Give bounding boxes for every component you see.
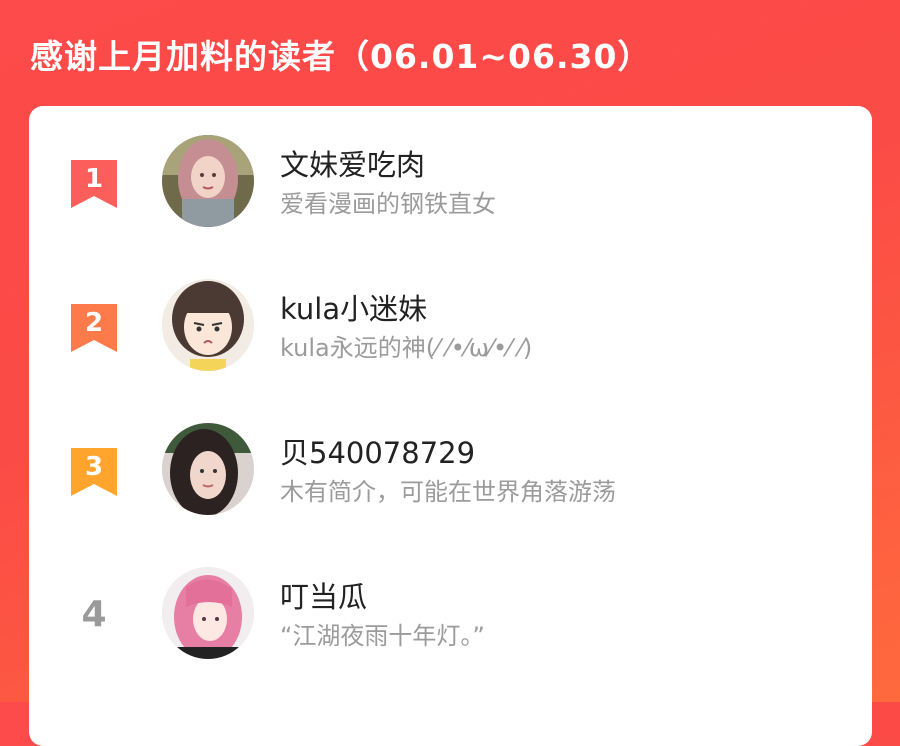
reader-name: 文妹爱吃肉 bbox=[280, 148, 426, 182]
reader-row-4[interactable]: 4 叮当瓜 “江湖夜雨十年灯。” bbox=[29, 556, 872, 676]
rank-3-number: 3 bbox=[85, 452, 103, 482]
rank-1-badge-icon: 1 bbox=[69, 158, 119, 210]
reader-name: 贝540078729 bbox=[280, 436, 476, 470]
rank-2-badge-icon: 2 bbox=[69, 302, 119, 354]
reader-row-2[interactable]: 2 kula小迷妹 kula永远的神(⁄ ⁄•⁄ω⁄•⁄ ⁄) bbox=[29, 268, 872, 388]
page-title: 感谢上月加料的读者（06.01~06.30） bbox=[30, 37, 652, 76]
reader-row-1[interactable]: 1 文妹爱吃肉 爱看漫画的钢铁直女 bbox=[29, 124, 872, 244]
reader-list-card: 1 文妹爱吃肉 爱看漫画的钢铁直女 2 kula小迷妹 kula永远的神(⁄ ⁄… bbox=[29, 106, 872, 746]
avatar[interactable] bbox=[162, 135, 254, 227]
reader-row-3[interactable]: 3 贝540078729 木有简介，可能在世界角落游荡 bbox=[29, 412, 872, 532]
rank-4-number: 4 bbox=[81, 594, 107, 635]
reader-bio: 木有简介，可能在世界角落游荡 bbox=[280, 478, 616, 506]
rank-3-badge-icon: 3 bbox=[69, 446, 119, 498]
avatar[interactable] bbox=[162, 423, 254, 515]
reader-name: 叮当瓜 bbox=[280, 580, 368, 614]
reader-bio: “江湖夜雨十年灯。” bbox=[280, 622, 485, 650]
reader-bio: kula永远的神(⁄ ⁄•⁄ω⁄•⁄ ⁄) bbox=[280, 334, 533, 362]
reader-bio: 爱看漫画的钢铁直女 bbox=[280, 190, 496, 218]
avatar[interactable] bbox=[162, 567, 254, 659]
avatar[interactable] bbox=[162, 279, 254, 371]
reader-name: kula小迷妹 bbox=[280, 292, 428, 326]
rank-2-number: 2 bbox=[85, 308, 103, 338]
rank-1-number: 1 bbox=[85, 164, 103, 194]
